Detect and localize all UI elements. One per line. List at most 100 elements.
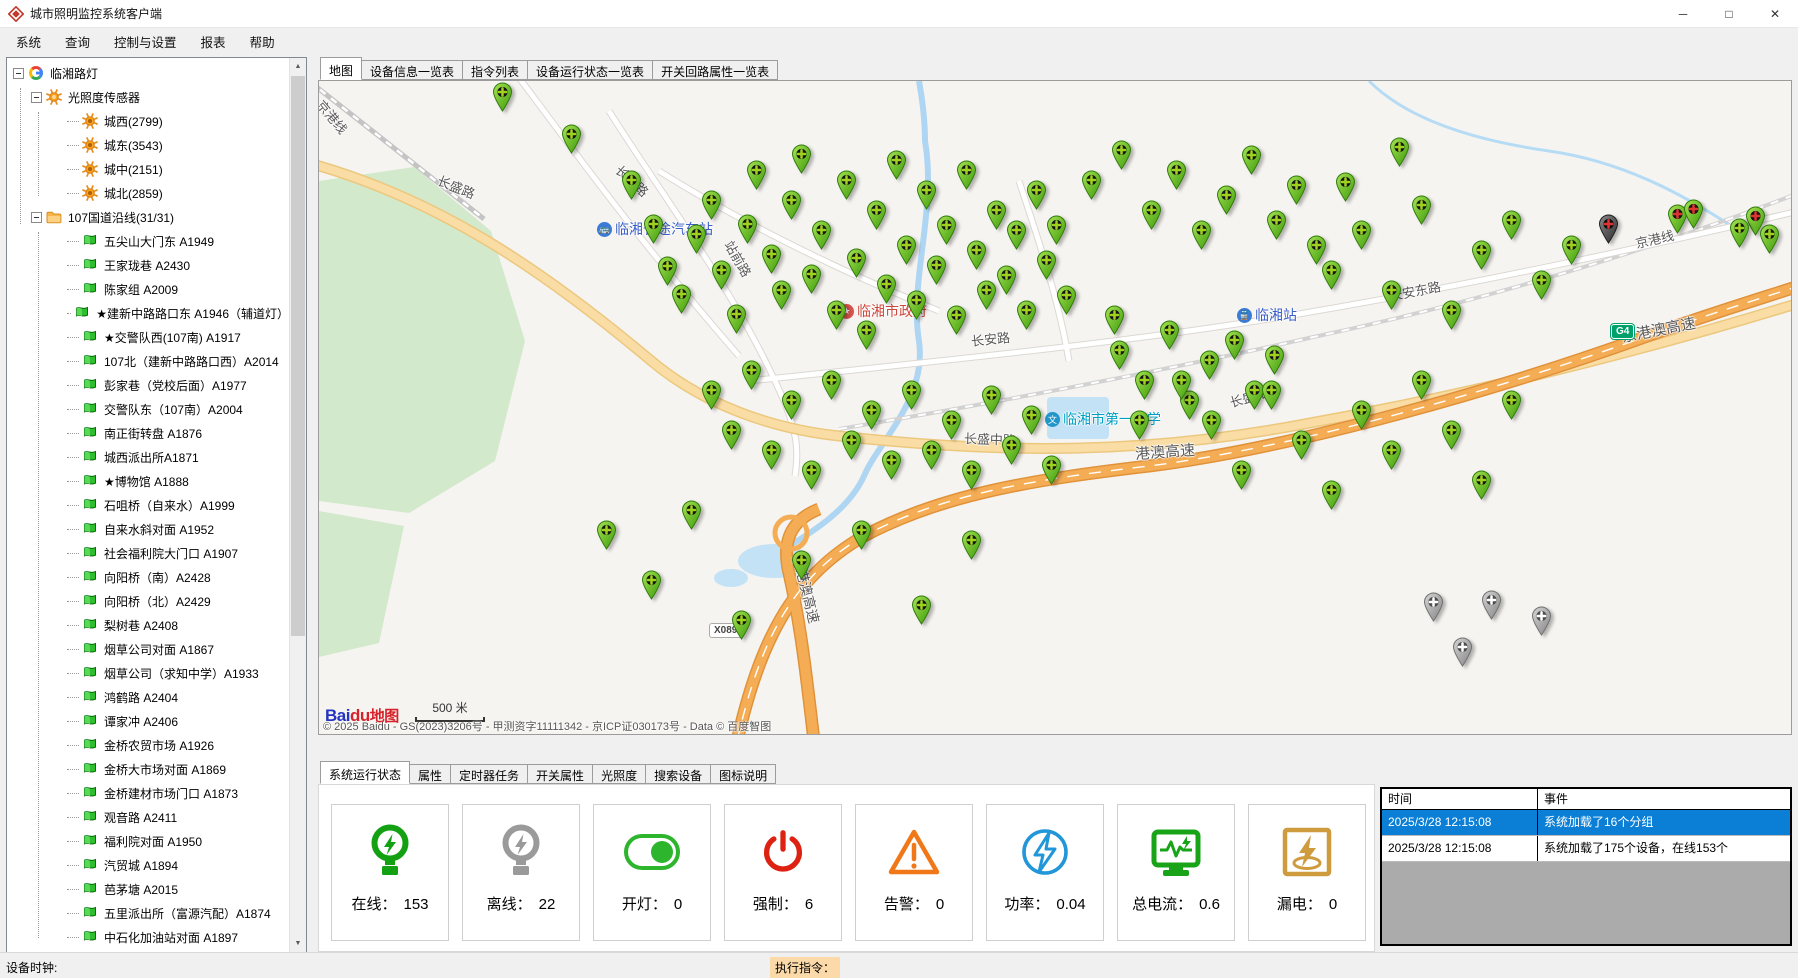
map-pin-online[interactable] <box>1389 137 1410 167</box>
bottom-tab-1[interactable]: 系统运行状态 <box>320 761 410 784</box>
map-pin-online[interactable] <box>657 256 678 286</box>
map-pin-offline[interactable] <box>1481 590 1502 620</box>
map-pin-online[interactable] <box>881 450 902 480</box>
tree-root-item[interactable]: 临湘路灯 <box>7 61 289 85</box>
map-pin-online[interactable] <box>1129 410 1150 440</box>
map-pin-online[interactable] <box>1321 480 1342 510</box>
map-pin-online[interactable] <box>856 320 877 350</box>
map-pin-online[interactable] <box>906 290 927 320</box>
map-pin-online[interactable] <box>1016 300 1037 330</box>
menu-item-3[interactable]: 控制与设置 <box>102 28 189 55</box>
map-pin-online[interactable] <box>781 190 802 220</box>
tree-device-item[interactable]: 汽贸城 A1894 <box>7 853 289 877</box>
map-pin-online[interactable] <box>836 170 857 200</box>
map-tab-3[interactable]: 指令列表 <box>462 60 528 80</box>
map-pin-online[interactable] <box>1501 210 1522 240</box>
menu-item-2[interactable]: 查询 <box>53 28 102 55</box>
scroll-up-arrow-icon[interactable]: ▲ <box>290 58 306 75</box>
tree-device-item[interactable]: 城中(2151) <box>7 157 289 181</box>
map-pin-online[interactable] <box>761 440 782 470</box>
map-pin-online[interactable] <box>671 284 692 314</box>
bottom-tab-7[interactable]: 图标说明 <box>710 764 776 784</box>
map-pin-online[interactable] <box>1134 370 1155 400</box>
map-pin-online[interactable] <box>643 214 664 244</box>
map-tab-5[interactable]: 开关回路属性一览表 <box>652 60 778 80</box>
map-pin-online[interactable] <box>1321 260 1342 290</box>
tree-group-item[interactable]: 光照度传感器 <box>7 85 289 109</box>
menu-item-4[interactable]: 报表 <box>189 28 238 55</box>
minimize-button[interactable]: ─ <box>1660 0 1706 28</box>
map-pin-online[interactable] <box>737 214 758 244</box>
tree-device-item[interactable]: 向阳桥（南）A2428 <box>7 565 289 589</box>
tree-expander-icon[interactable] <box>13 68 24 79</box>
maximize-button[interactable]: □ <box>1706 0 1752 28</box>
map-pin-online[interactable] <box>701 380 722 410</box>
map-pin-online[interactable] <box>1759 224 1780 254</box>
map-pin-online[interactable] <box>1241 145 1262 175</box>
map-pin-online[interactable] <box>1021 405 1042 435</box>
map-pin-online[interactable] <box>1441 420 1462 450</box>
map-pin-online[interactable] <box>1036 250 1057 280</box>
tree-device-item[interactable]: 社会福利院大门口 A1907 <box>7 541 289 565</box>
tree-device-item[interactable]: 交警队东（107南）A2004 <box>7 397 289 421</box>
map-pin-online[interactable] <box>1171 370 1192 400</box>
map-pin-alarm[interactable] <box>1683 199 1704 229</box>
map-pin-online[interactable] <box>841 430 862 460</box>
tree-device-item[interactable]: ★交警队西(107南) A1917 <box>7 325 289 349</box>
map-pin-online[interactable] <box>1471 470 1492 500</box>
tree-device-item[interactable]: 107北（建新中路路口西）A2014 <box>7 349 289 373</box>
map-pin-online[interactable] <box>1056 285 1077 315</box>
tree-device-item[interactable]: 自来水斜对面 A1952 <box>7 517 289 541</box>
map-pin-online[interactable] <box>961 530 982 560</box>
tree-device-item[interactable]: 王家珑巷 A2430 <box>7 253 289 277</box>
tree-device-item[interactable]: 芭茅塘 A2015 <box>7 877 289 901</box>
map-pin-online[interactable] <box>1381 440 1402 470</box>
map-pin-online[interactable] <box>561 124 582 154</box>
map-pin-online[interactable] <box>721 420 742 450</box>
map-pin-online[interactable] <box>1441 300 1462 330</box>
map-pin-online[interactable] <box>811 220 832 250</box>
map-pin-online[interactable] <box>1335 172 1356 202</box>
map-pin-online[interactable] <box>1381 280 1402 310</box>
map-pin-online[interactable] <box>956 160 977 190</box>
tree-device-item[interactable]: 中石化加油站对面 A1897 <box>7 925 289 949</box>
map-pin-online[interactable] <box>941 410 962 440</box>
bottom-tab-3[interactable]: 定时器任务 <box>450 764 528 784</box>
map-pin-online[interactable] <box>1201 410 1222 440</box>
bottom-tab-6[interactable]: 搜索设备 <box>645 764 711 784</box>
map-pin-online[interactable] <box>821 370 842 400</box>
map-pin-offline[interactable] <box>1423 592 1444 622</box>
map-pin-online[interactable] <box>1026 180 1047 210</box>
tree-device-item[interactable]: 烟草公司（求知中学）A1933 <box>7 661 289 685</box>
tree-device-item[interactable]: 谭家冲 A2406 <box>7 709 289 733</box>
map-pin-online[interactable] <box>596 520 617 550</box>
event-log-row[interactable]: 2025/3/28 12:15:08系统加载了16个分组 <box>1382 810 1790 836</box>
map-pin-online[interactable] <box>1166 160 1187 190</box>
map-pin-online[interactable] <box>726 304 747 334</box>
tree-device-item[interactable]: 梨树巷 A2408 <box>7 613 289 637</box>
bottom-tab-4[interactable]: 开关属性 <box>527 764 593 784</box>
tree-device-item[interactable]: 南正街转盘 A1876 <box>7 421 289 445</box>
map-pin-online[interactable] <box>1501 390 1522 420</box>
tree-device-item[interactable]: 城北(2859) <box>7 181 289 205</box>
map-pin-online[interactable] <box>911 595 932 625</box>
map-pin-online[interactable] <box>1159 320 1180 350</box>
scrollbar-thumb[interactable] <box>291 76 305 636</box>
map-pin-online[interactable] <box>1261 380 1282 410</box>
map-tab-1[interactable]: 地图 <box>320 57 362 80</box>
map-pin-online[interactable] <box>1411 370 1432 400</box>
map-pin-online[interactable] <box>492 82 513 112</box>
map-pin-online[interactable] <box>1001 435 1022 465</box>
map-pin-online[interactable] <box>966 240 987 270</box>
map-pin-online[interactable] <box>826 300 847 330</box>
map-pin-online[interactable] <box>1411 195 1432 225</box>
map-pin-online[interactable] <box>1041 455 1062 485</box>
map-pin-online[interactable] <box>866 200 887 230</box>
map-pin-online[interactable] <box>1351 400 1372 430</box>
map-pin-online[interactable] <box>1286 175 1307 205</box>
map-pin-online[interactable] <box>1081 170 1102 200</box>
tree-expander-icon[interactable] <box>31 92 42 103</box>
tree-device-item[interactable]: ★建新中路路口东 A1946（辅道灯） <box>7 301 289 325</box>
map-tab-2[interactable]: 设备信息一览表 <box>361 60 463 80</box>
map-pin-online[interactable] <box>711 260 732 290</box>
